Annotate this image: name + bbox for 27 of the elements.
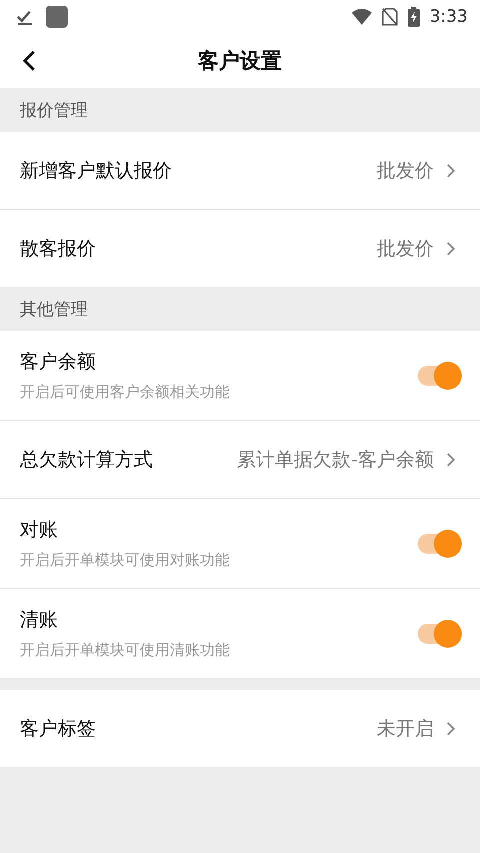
setting-label: 对账 (20, 518, 59, 543)
back-icon[interactable] (22, 50, 36, 72)
setting-value: 批发价 (377, 236, 434, 262)
setting-label[interactable]: 散客报价 (20, 236, 96, 262)
app-icon (46, 6, 68, 28)
no-sim-icon (382, 8, 398, 26)
setting-description: 开启后开单模块可使用清账功能 (20, 641, 230, 660)
chevron-icon (446, 452, 456, 468)
wifi-icon (352, 8, 372, 24)
setting-label[interactable]: 总欠款计算方式 (20, 446, 153, 472)
chevron-icon (446, 240, 456, 256)
setting-label[interactable]: 客户标签 (20, 716, 96, 742)
chevron-icon (446, 162, 456, 178)
chevron-icon (446, 720, 456, 736)
page-title: 客户设置 (198, 48, 282, 74)
section-header: 报价管理 (0, 88, 480, 132)
setting-label: 清账 (20, 608, 59, 633)
section-header: 其他管理 (0, 287, 480, 331)
setting-value: 批发价 (377, 158, 434, 184)
battery-icon (408, 6, 420, 26)
setting-value: 未开启 (377, 716, 434, 742)
setting-label: 客户余额 (20, 350, 97, 375)
setting-description: 开启后开单模块可使用对账功能 (20, 551, 230, 570)
setting-label[interactable]: 新增客户默认报价 (20, 158, 172, 184)
setting-value: 累计单据欠款-客户余额 (237, 448, 434, 472)
setting-description: 开启后可使用客户余额相关功能 (20, 383, 230, 402)
clock: 3:33 (430, 6, 468, 26)
